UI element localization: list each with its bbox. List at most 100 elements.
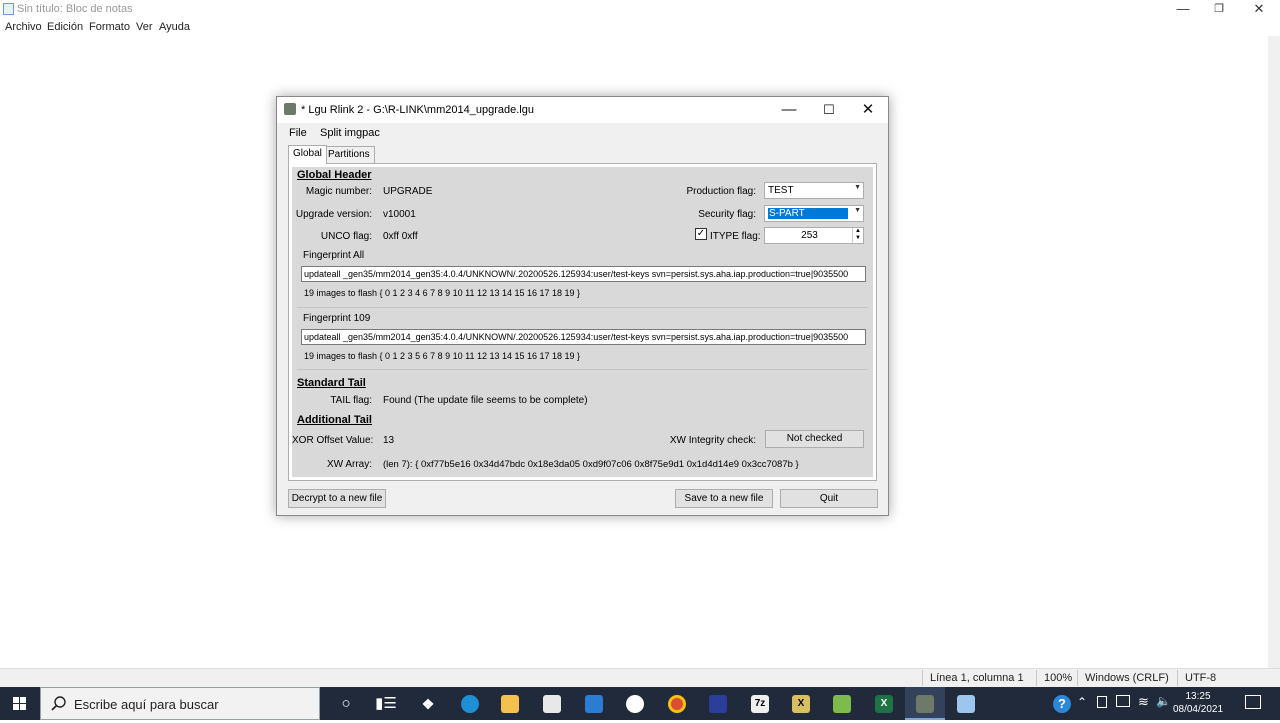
group-divider [297, 307, 868, 308]
itype-flag-stepper[interactable]: 253 ▲ ▼ [764, 227, 864, 244]
tab-partitions[interactable]: Partitions [323, 146, 375, 163]
xw-array-label: XW Array: [326, 459, 372, 470]
production-flag-label: Production flag: [686, 186, 757, 197]
notepad-window-title: Sin título: Bloc de notas [17, 3, 133, 15]
notepad-taskbar-icon[interactable] [946, 687, 986, 720]
production-flag-select[interactable]: TEST ▼ [764, 182, 864, 199]
7zip-icon[interactable]: 7z [740, 687, 780, 720]
status-separator [1036, 670, 1037, 686]
windows-logo-icon [13, 697, 26, 710]
store-icon[interactable] [532, 687, 572, 720]
clock-time: 13:25 [1185, 691, 1211, 702]
global-header-title: Global Header [297, 169, 372, 181]
notepad-menu-ver[interactable]: Ver [136, 21, 153, 33]
fingerprint-109-label: Fingerprint 109 [303, 313, 371, 324]
production-flag-selected: TEST [768, 185, 794, 196]
status-encoding: UTF-8 [1185, 672, 1217, 684]
lgu-app-icon [284, 103, 296, 115]
status-separator [1077, 670, 1078, 686]
notepad-menu-edicion[interactable]: Edición [47, 21, 83, 33]
search-placeholder: Escribe aquí para buscar [74, 697, 219, 712]
itype-flag-value: 253 [801, 230, 818, 241]
notepad-titlebar: Sin título: Bloc de notas — ❐ ✕ [0, 0, 1280, 20]
lgu-rlink-window: * Lgu Rlink 2 - G:\R-LINK\mm2014_upgrade… [276, 96, 889, 516]
chevron-up-icon[interactable]: ⌃ [1077, 695, 1087, 709]
lgu-minimize-button[interactable]: — [769, 97, 809, 123]
xw-integrity-label: XW Integrity check: [669, 435, 756, 446]
magic-number-label: Magic number: [305, 186, 372, 197]
unco-flag-label: UNCO flag: [320, 231, 372, 242]
taskbar-clock[interactable]: 13:25 08/04/2021 [1168, 690, 1228, 716]
notepad-vertical-scrollbar[interactable] [1268, 36, 1280, 668]
notepad-menubar: Archivo Edición Formato Ver Ayuda [0, 20, 1280, 36]
search-icon [51, 696, 66, 711]
app-icon[interactable] [698, 687, 738, 720]
xw-array-value: (len 7): { 0xf77b5e16 0x34d47bdc 0x18e3d… [383, 459, 799, 470]
itype-flag-checkbox[interactable]: ✓ [695, 228, 707, 240]
notepad-menu-formato[interactable]: Formato [89, 21, 130, 33]
security-flag-label: Security flag: [698, 209, 756, 220]
quit-button[interactable]: Quit [780, 489, 878, 508]
global-content: Global Header Magic number: UPGRADE Upgr… [292, 167, 873, 477]
notepad-close-button[interactable]: ✕ [1236, 0, 1280, 20]
itype-flag-label: ITYPE flag: [710, 231, 761, 242]
lgu-rlink-taskbar-icon[interactable] [905, 687, 945, 720]
additional-tail-title: Additional Tail [297, 414, 372, 426]
stepper-arrows-icon[interactable]: ▲ ▼ [852, 228, 863, 243]
standard-tail-title: Standard Tail [297, 377, 366, 389]
cortana-icon[interactable]: ○ [326, 687, 366, 720]
fingerprint-109-field[interactable]: updateall _gen35/mm2014_gen35:4.0.4/UNKN… [301, 329, 866, 345]
lgu-maximize-button[interactable]: ☐ [809, 97, 849, 123]
status-line-endings: Windows (CRLF) [1085, 672, 1169, 684]
archive-app-icon[interactable]: X [781, 687, 821, 720]
chrome-icon[interactable] [657, 687, 697, 720]
group-divider [297, 369, 868, 370]
notepad-menu-archivo[interactable]: Archivo [5, 21, 42, 33]
security-flag-selected: S-PART [768, 208, 848, 219]
tab-global[interactable]: Global [288, 145, 327, 164]
fingerprint-all-field[interactable]: updateall _gen35/mm2014_gen35:4.0.4/UNKN… [301, 266, 866, 282]
chevron-down-icon: ▼ [854, 207, 861, 214]
decrypt-button[interactable]: Decrypt to a new file [288, 489, 386, 508]
taskbar-search-box[interactable]: Escribe aquí para buscar [40, 687, 320, 720]
security-flag-select[interactable]: S-PART ▼ [764, 205, 864, 222]
lgu-menu-file[interactable]: File [289, 127, 307, 139]
file-explorer-icon[interactable] [490, 687, 530, 720]
excel-icon[interactable]: X [864, 687, 904, 720]
help-icon[interactable]: ? [1053, 695, 1071, 713]
dropbox-icon[interactable]: ❖ [408, 687, 448, 720]
status-separator [922, 670, 923, 686]
wifi-icon[interactable]: ≋ [1138, 694, 1149, 710]
taskbar: Escribe aquí para buscar ○ ▮☰ ❖ 7z X X ?… [0, 687, 1280, 720]
status-cursor-position: Línea 1, columna 1 [930, 672, 1024, 684]
lgu-close-button[interactable]: ✕ [848, 97, 888, 123]
battery-icon[interactable] [1097, 696, 1107, 708]
clock-date: 08/04/2021 [1172, 704, 1224, 715]
lgu-titlebar: * Lgu Rlink 2 - G:\R-LINK\mm2014_upgrade… [277, 97, 888, 123]
lgu-menu-split-imgpac[interactable]: Split imgpac [320, 127, 380, 139]
unco-flag-value: 0xff 0xff [383, 231, 418, 242]
upgrade-version-value: v10001 [383, 209, 416, 220]
edge-icon[interactable] [450, 687, 490, 720]
notepad-status-bar: Línea 1, columna 1 100% Windows (CRLF) U… [0, 668, 1280, 687]
notifications-icon[interactable] [1245, 695, 1261, 709]
notepad-menu-ayuda[interactable]: Ayuda [159, 21, 190, 33]
magic-number-value: UPGRADE [383, 186, 433, 197]
tail-flag-label: TAIL flag: [330, 395, 372, 406]
xor-offset-label: XOR Offset Value: [292, 435, 374, 446]
start-button[interactable] [0, 687, 40, 720]
mail-icon[interactable] [574, 687, 614, 720]
github-icon[interactable] [615, 687, 655, 720]
fingerprint-109-images: 19 images to flash { 0 1 2 3 5 6 7 8 9 1… [304, 351, 581, 361]
notepad-app-icon [3, 3, 14, 15]
save-button[interactable]: Save to a new file [675, 489, 773, 508]
editor-icon[interactable] [822, 687, 862, 720]
tail-flag-value: Found (The update file seems to be compl… [383, 395, 588, 406]
fingerprint-all-images: 19 images to flash { 0 1 2 3 4 6 7 8 9 1… [304, 288, 581, 298]
status-zoom: 100% [1044, 672, 1073, 684]
xw-integrity-check-button[interactable]: Not checked [765, 430, 864, 448]
fingerprint-all-label: Fingerprint All [303, 250, 365, 261]
monitor-icon[interactable] [1116, 695, 1130, 707]
task-view-icon[interactable]: ▮☰ [366, 687, 406, 720]
xor-offset-value: 13 [383, 435, 395, 446]
